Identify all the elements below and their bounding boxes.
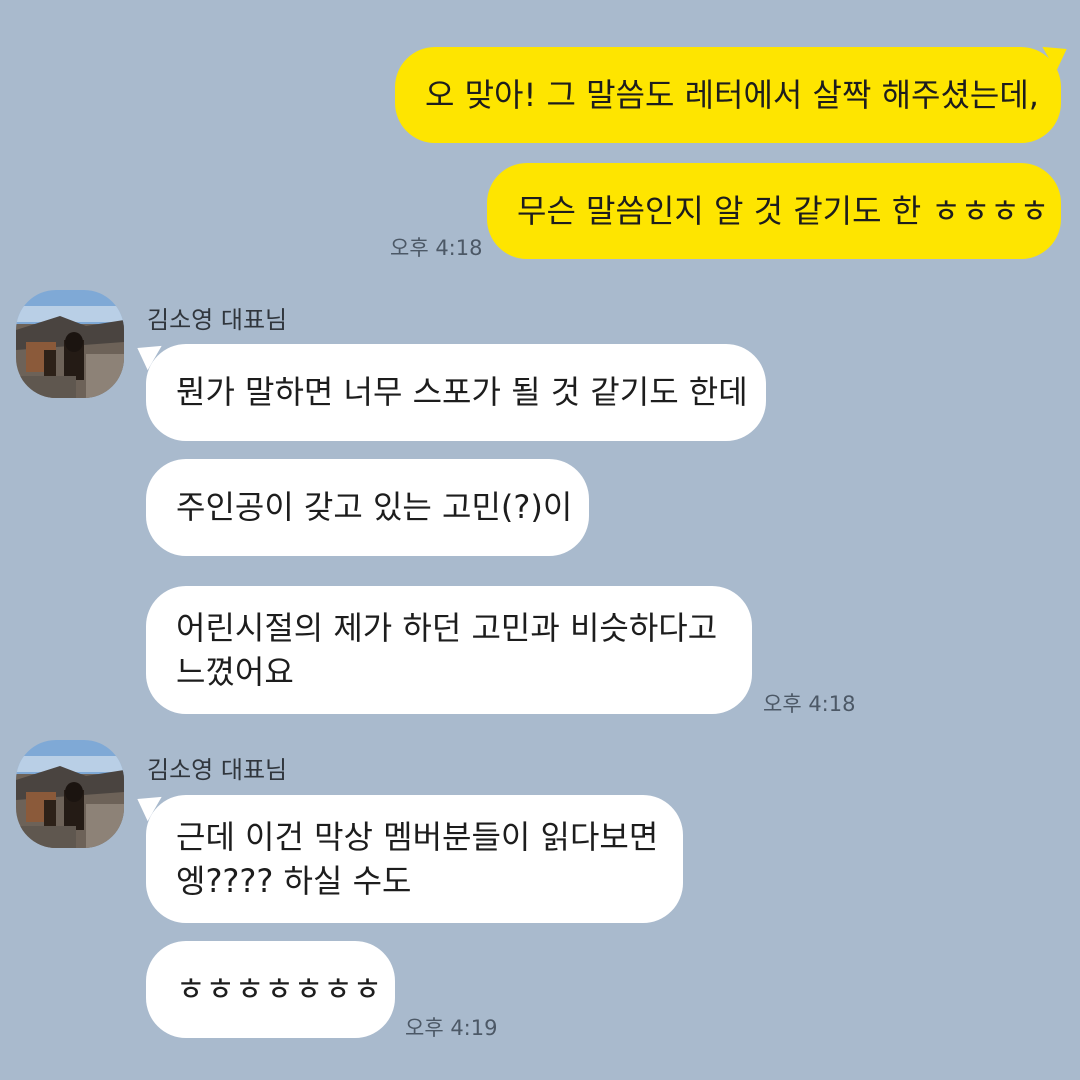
incoming-message-4[interactable]: 근데 이건 막상 멤버분들이 읽다보면 엥???? 하실 수도 bbox=[146, 795, 683, 923]
incoming-message-5[interactable]: ㅎㅎㅎㅎㅎㅎㅎ bbox=[146, 941, 395, 1038]
avatar-photo-icon bbox=[16, 740, 124, 848]
message-text: 근데 이건 막상 멤버분들이 읽다보면 bbox=[176, 818, 659, 856]
message-text: 주인공이 갖고 있는 고민(?)이 bbox=[176, 488, 573, 526]
message-text: ㅎㅎㅎㅎㅎㅎㅎ bbox=[176, 970, 383, 1008]
message-text: 어린시절의 제가 하던 고민과 비슷하다고 bbox=[176, 609, 718, 647]
sender-name: 김소영 대표님 bbox=[147, 756, 288, 784]
message-text-line-2: 엥???? 하실 수도 bbox=[176, 862, 412, 900]
profile-avatar[interactable] bbox=[16, 740, 124, 848]
message-timestamp: 오후 4:18 bbox=[763, 692, 856, 716]
message-text: 뭔가 말하면 너무 스포가 될 것 같기도 한데 bbox=[176, 373, 748, 411]
message-timestamp: 오후 4:18 bbox=[390, 236, 483, 260]
outgoing-message-1[interactable]: 오 맞아! 그 말씀도 레터에서 살짝 해주셨는데, bbox=[395, 47, 1061, 143]
message-timestamp: 오후 4:19 bbox=[405, 1016, 498, 1040]
profile-avatar[interactable] bbox=[16, 290, 124, 398]
message-text: 오 맞아! 그 말씀도 레터에서 살짝 해주셨는데, bbox=[425, 76, 1039, 114]
incoming-message-3[interactable]: 어린시절의 제가 하던 고민과 비슷하다고 느꼈어요 bbox=[146, 586, 752, 714]
incoming-message-2[interactable]: 주인공이 갖고 있는 고민(?)이 bbox=[146, 459, 589, 556]
message-text-line-2: 느꼈어요 bbox=[176, 653, 294, 691]
avatar-photo-icon bbox=[16, 290, 124, 398]
incoming-message-1[interactable]: 뭔가 말하면 너무 스포가 될 것 같기도 한데 bbox=[146, 344, 766, 441]
outgoing-message-2[interactable]: 무슨 말씀인지 알 것 같기도 한 ㅎㅎㅎㅎ bbox=[487, 163, 1061, 259]
message-text: 무슨 말씀인지 알 것 같기도 한 ㅎㅎㅎㅎ bbox=[517, 192, 1050, 230]
sender-name: 김소영 대표님 bbox=[147, 306, 288, 334]
